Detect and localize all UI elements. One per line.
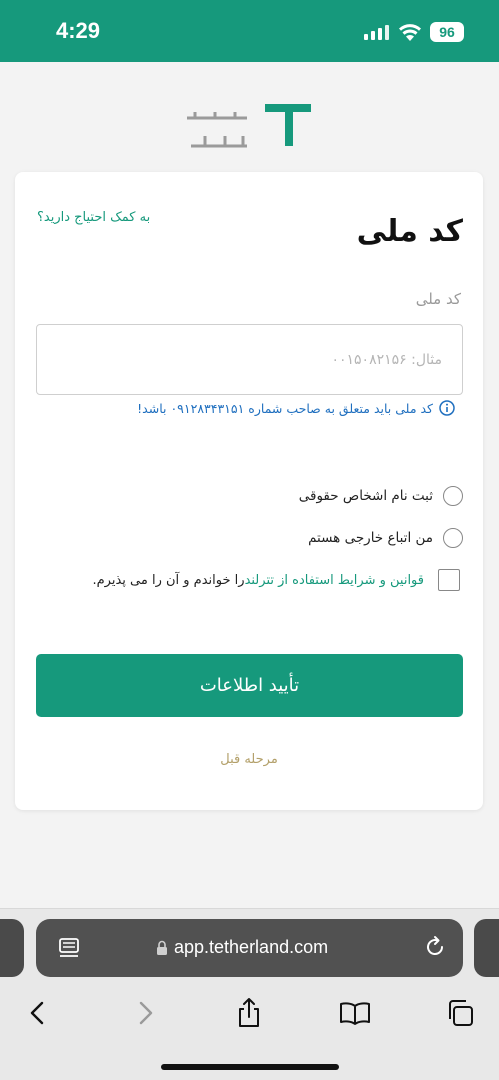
submit-button[interactable]: تأیید اطلاعات bbox=[36, 654, 463, 717]
radio-label: ثبت نام اشخاص حقوقی bbox=[298, 488, 433, 504]
hint-text: کد ملی باید متعلق به صاحب شماره ۰۹۱۲۸۳۴۳… bbox=[137, 400, 433, 416]
browser-chrome: app.tetherland.com bbox=[0, 908, 499, 1080]
status-time: 4:29 bbox=[56, 18, 101, 43]
radio-circle[interactable] bbox=[443, 528, 463, 548]
lock-icon bbox=[157, 940, 167, 955]
previous-tab[interactable] bbox=[0, 919, 24, 977]
browser-toolbar bbox=[0, 987, 499, 1049]
radio-foreign-national[interactable]: من اتباع خارجی هستم bbox=[308, 528, 463, 548]
back-link[interactable]: مرحله قبل bbox=[15, 752, 483, 767]
terms-link[interactable]: قوانین و شرایط استفاده از تترلند bbox=[245, 573, 424, 588]
share-icon[interactable] bbox=[229, 993, 269, 1033]
tabs-icon[interactable] bbox=[440, 993, 480, 1033]
forward-icon[interactable] bbox=[125, 993, 165, 1033]
field-label: کد ملی bbox=[415, 290, 461, 308]
terms-text: قوانین و شرایط استفاده از تترلندرا خواند… bbox=[92, 573, 424, 588]
terms-row: قوانین و شرایط استفاده از تترلندرا خواند… bbox=[92, 569, 460, 591]
wifi-icon bbox=[399, 24, 421, 41]
reader-icon[interactable] bbox=[58, 937, 80, 959]
help-link[interactable]: به کمک احتیاج دارید؟ bbox=[37, 210, 150, 225]
radio-label: من اتباع خارجی هستم bbox=[308, 530, 433, 546]
address-bar[interactable]: app.tetherland.com bbox=[36, 919, 463, 977]
info-icon bbox=[439, 400, 455, 416]
terms-suffix: را خواندم و آن را می پذیرم. bbox=[92, 572, 245, 588]
status-bar: 4:29 96 bbox=[0, 0, 499, 62]
page-title: کد ملی bbox=[356, 214, 463, 249]
bookmarks-icon[interactable] bbox=[335, 993, 375, 1033]
next-tab[interactable] bbox=[474, 919, 499, 977]
back-icon[interactable] bbox=[18, 993, 58, 1033]
national-id-card: به کمک احتیاج دارید؟ کد ملی کد ملی کد مل… bbox=[15, 172, 483, 810]
battery-icon: 96 bbox=[430, 22, 464, 42]
radio-legal-entity[interactable]: ثبت نام اشخاص حقوقی bbox=[299, 486, 463, 506]
tetherland-logo bbox=[187, 104, 311, 148]
national-id-input[interactable] bbox=[36, 324, 463, 395]
terms-checkbox[interactable] bbox=[438, 569, 460, 591]
signal-icon bbox=[364, 24, 392, 40]
reload-icon[interactable] bbox=[423, 935, 447, 959]
url-text: app.tetherland.com bbox=[174, 937, 329, 957]
home-indicator bbox=[161, 1064, 339, 1070]
radio-circle[interactable] bbox=[443, 486, 463, 506]
hint-row: کد ملی باید متعلق به صاحب شماره ۰۹۱۲۸۳۴۳… bbox=[137, 400, 455, 416]
url-display[interactable]: app.tetherland.com bbox=[156, 937, 328, 958]
